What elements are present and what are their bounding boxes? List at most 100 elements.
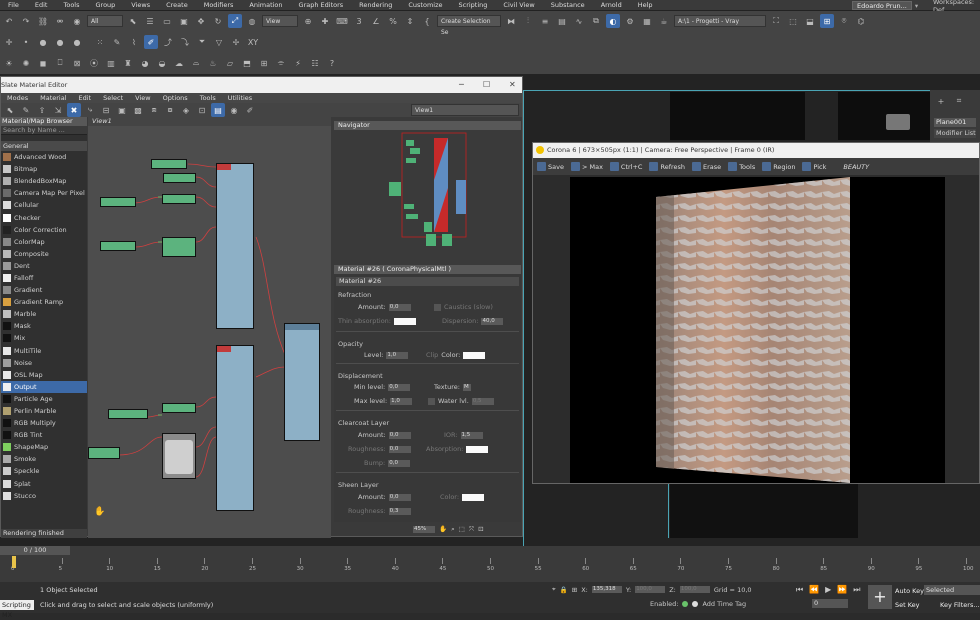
corona-refresh-button[interactable]: Refresh [647,162,687,171]
transform-tool-icon[interactable]: ✢ [229,35,243,49]
x-coord-field[interactable]: 135,318 [591,586,622,593]
modify-tab-icon[interactable]: ⌗ [952,94,966,108]
circle-tool-2-icon[interactable]: ● [36,35,50,49]
corona-region-button[interactable]: Region [760,162,797,171]
material-node[interactable] [216,345,254,511]
curve-tool-2-icon[interactable]: ⤵ [178,35,192,49]
key-filters-button[interactable]: Key Filters... [940,601,980,609]
reference-coord-dropdown[interactable]: View [262,15,298,27]
time-slider-thumb[interactable] [12,556,16,568]
go-end-icon[interactable]: ⏭ [853,585,860,595]
map-item[interactable]: Advanced Wood [1,151,87,163]
show-background-icon[interactable]: ▩ [131,103,145,117]
show-map-icon[interactable]: ▣ [115,103,129,117]
map-item[interactable]: Checker [1,211,87,223]
sheen-roughness-spinner[interactable]: 0,3 [388,507,411,515]
browser-search-input[interactable]: Search by Name ... [1,126,87,135]
clearcoat-amount-spinner[interactable]: 0,0 [388,431,411,439]
map-item[interactable]: MultiTile [1,345,87,357]
render-pass-dropdown[interactable]: BEAUTY [843,163,869,171]
view-dropdown[interactable]: View1 [411,104,519,116]
curve-tool-1-icon[interactable]: ⤴ [161,35,175,49]
material-icon[interactable]: ◒ [155,56,169,70]
map-item[interactable]: RGB Tint [1,429,87,441]
rendered-frame-icon[interactable]: ▦ [640,14,654,28]
auto-key-button[interactable]: Auto Key [895,587,924,595]
create-icon[interactable]: ✛ [2,35,16,49]
extra-tool-5-icon[interactable]: ⌾ [837,14,851,28]
bitmap-node[interactable] [162,433,196,479]
map-item[interactable]: Dent [1,260,87,272]
zoom-region-icon[interactable]: ⬚ [459,525,465,533]
map-node[interactable] [88,447,120,459]
map-item[interactable]: BlendedBoxMap [1,175,87,187]
max-level-spinner[interactable]: 1,0 [390,397,413,405]
texture-slot[interactable]: M [462,383,471,391]
current-frame-field[interactable]: 0 [812,599,848,608]
clearcoat-roughness-spinner[interactable]: 0,0 [388,445,411,453]
pivot-icon[interactable]: ⊕ [301,14,315,28]
map-node[interactable] [162,194,196,204]
proxy-icon[interactable]: ⊠ [70,56,84,70]
time-slider[interactable]: 0 / 100 [0,546,70,555]
menu-scripting[interactable]: Scripting [451,1,496,9]
delete-icon[interactable]: ✖ [67,103,81,117]
map-node[interactable] [100,197,136,207]
named-selection-set-dropdown[interactable]: Create Selection Se [437,15,501,36]
corona-save-button[interactable]: Save [535,162,566,171]
dome-icon[interactable]: ⌓ [189,56,203,70]
circle-tool-4-icon[interactable]: ● [70,35,84,49]
sme-menu-tools[interactable]: Tools [194,93,222,103]
decal-icon[interactable]: ⌯ [274,56,288,70]
map-item[interactable]: Noise [1,357,87,369]
zoom-selected-icon[interactable]: ⊡ [478,525,483,533]
map-item[interactable]: Splat [1,478,87,490]
zoom-extents-icon[interactable]: ⤧ [469,525,474,534]
frame-icon[interactable]: ⬒ [240,56,254,70]
sme-menu-options[interactable]: Options [157,93,194,103]
workspaces-selector[interactable]: Workspaces: Def [933,0,980,14]
move-icon[interactable]: ✥ [194,14,208,28]
circle-tool-3-icon[interactable]: ● [53,35,67,49]
percent-snap-icon[interactable]: % [386,14,400,28]
enabled-toggle-icon[interactable] [692,601,699,607]
funnel-icon[interactable]: ⏷ [195,35,209,49]
map-item[interactable]: RGB Multiply [1,417,87,429]
circle-tool-1-icon[interactable]: • [19,35,33,49]
select-object-icon[interactable]: ⬉ [126,14,140,28]
menu-modifiers[interactable]: Modifiers [196,1,242,9]
place-icon[interactable]: ◍ [245,14,259,28]
map-item[interactable]: Falloff [1,272,87,284]
move-children-icon[interactable]: ⤷ [83,103,97,117]
schematic-view-icon[interactable]: ⧉ [589,14,603,28]
map-node[interactable] [108,409,148,419]
hide-unused-icon[interactable]: ⊟ [99,103,113,117]
map-item[interactable]: Mix [1,332,87,344]
camera-icon[interactable]: ◼ [36,56,50,70]
map-item[interactable]: Camera Map Per Pixel [1,187,87,199]
map-item[interactable]: Perlin Marble [1,405,87,417]
snaps-toggle-icon[interactable]: 3 [352,14,366,28]
sme-menu-view[interactable]: View [129,93,156,103]
water-level-spinner[interactable]: 0,5 [471,397,494,405]
menu-arnold[interactable]: Arnold [593,1,630,9]
lock-selection-icon[interactable]: 🔒 [560,586,568,594]
sun-icon[interactable]: ✺ [19,56,33,70]
paint-select-icon[interactable]: ✎ [110,35,124,49]
layout-children-icon[interactable]: ⧇ [163,103,177,117]
menu-help[interactable]: Help [630,1,661,9]
caustics-checkbox[interactable] [434,303,441,311]
bottle-icon[interactable]: ♜ [121,56,135,70]
clearcoat-bump-spinner[interactable]: 0,0 [388,459,411,467]
dispersion-spinner[interactable]: 40,0 [481,317,504,325]
navigator-minimap[interactable] [334,130,521,261]
map-node[interactable] [163,173,196,183]
map-item[interactable]: Particle Age [1,393,87,405]
absolute-mode-icon[interactable]: ⊞ [572,586,577,594]
plane-icon[interactable]: ▱ [223,56,237,70]
map-item[interactable]: OSL Map [1,369,87,381]
sphere-icon[interactable]: ◕ [138,56,152,70]
light-icon[interactable]: ☀ [2,56,16,70]
scale-icon[interactable]: ⤢ [228,14,242,28]
prev-frame-icon[interactable]: ⏪ [809,585,819,595]
